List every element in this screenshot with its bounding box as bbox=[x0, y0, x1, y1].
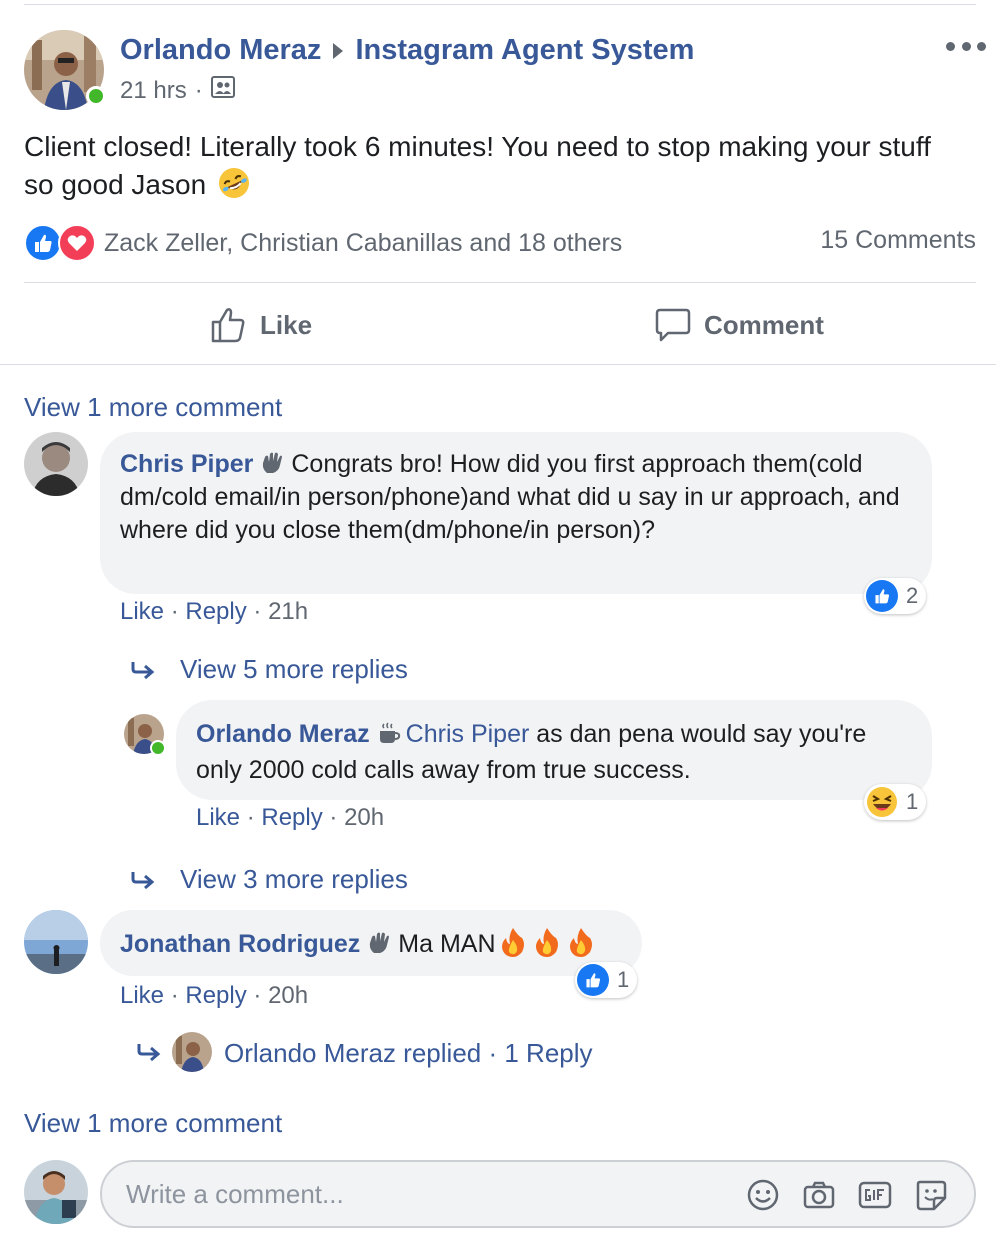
reply-actions: Like · Reply · 20h bbox=[196, 804, 384, 832]
replier-avatar[interactable] bbox=[172, 1032, 212, 1072]
shared-to-arrow-icon bbox=[333, 42, 344, 59]
comment-composer bbox=[100, 1160, 976, 1228]
more-options-button[interactable] bbox=[946, 36, 986, 56]
view-more-comments-link[interactable]: View 1 more comment bbox=[24, 1108, 282, 1139]
separator: · bbox=[170, 598, 179, 625]
members-icon bbox=[210, 76, 235, 105]
commenter-avatar[interactable] bbox=[24, 432, 88, 496]
laughing-reaction-icon bbox=[866, 786, 898, 818]
wave-badge-icon[interactable] bbox=[366, 931, 394, 955]
comment-bubble: Chris Piper Congrats bro! How did you fir… bbox=[100, 432, 932, 594]
camera-icon[interactable] bbox=[802, 1178, 836, 1212]
smiley-icon[interactable] bbox=[746, 1178, 780, 1212]
post-timestamp[interactable]: 21 hrs bbox=[120, 77, 187, 105]
view-more-comments-link[interactable]: View 1 more comment bbox=[24, 392, 282, 423]
commenter-avatar[interactable] bbox=[24, 910, 88, 974]
group-name-link[interactable]: Instagram Agent System bbox=[355, 34, 694, 67]
rofl-emoji-icon bbox=[218, 168, 249, 198]
reaction-count: 2 bbox=[906, 583, 919, 608]
comment-timestamp[interactable]: 21h bbox=[268, 598, 308, 625]
comment-button-label: Comment bbox=[704, 309, 824, 340]
post-text: Client closed! Literally took 6 minutes!… bbox=[24, 131, 931, 200]
reply-reaction-count[interactable]: 1 bbox=[864, 784, 927, 820]
view-more-replies-link[interactable]: View 5 more replies bbox=[180, 654, 408, 685]
wave-badge-icon[interactable] bbox=[259, 451, 287, 475]
like-reaction-icon bbox=[577, 964, 609, 996]
reaction-count: 1 bbox=[617, 967, 630, 992]
reply-bubble: Orlando Meraz Chris Piper as dan pena wou… bbox=[176, 700, 932, 800]
gif-icon[interactable] bbox=[858, 1178, 892, 1212]
post-body: Client closed! Literally took 6 minutes!… bbox=[24, 128, 964, 204]
comment-reaction-count[interactable]: 2 bbox=[864, 578, 927, 614]
like-button-label: Like bbox=[260, 309, 313, 340]
post-card: Orlando Meraz Instagram Agent System 21 … bbox=[0, 0, 996, 1250]
fire-icon bbox=[569, 928, 592, 957]
separator: · bbox=[253, 598, 262, 625]
reply-count: 1 Reply bbox=[504, 1038, 593, 1068]
separator: · bbox=[329, 804, 338, 831]
comment-button[interactable]: Comment bbox=[654, 300, 824, 350]
top-divider bbox=[24, 4, 976, 5]
speech-bubble-icon bbox=[655, 308, 691, 342]
post-meta: 21 hrs · bbox=[120, 76, 235, 105]
comment-reaction-count[interactable]: 1 bbox=[575, 962, 638, 998]
fire-icon bbox=[535, 928, 558, 957]
separator: · bbox=[253, 982, 262, 1009]
more-icon-dot bbox=[977, 41, 986, 51]
more-icon-dot bbox=[961, 41, 971, 51]
more-icon-dot bbox=[946, 41, 955, 51]
reply-arrow-icon bbox=[131, 662, 155, 680]
meta-separator: · bbox=[194, 76, 203, 104]
reply-author-name-link[interactable]: Orlando Meraz bbox=[196, 720, 370, 748]
comment-actions: Like · Reply · 21h bbox=[120, 598, 308, 626]
separator: · bbox=[170, 982, 179, 1009]
thumbs-up-icon bbox=[211, 308, 245, 343]
like-reaction-icon bbox=[24, 224, 62, 262]
comment-bubble: Jonathan Rodriguez Ma MAN bbox=[100, 910, 642, 976]
comment-reply-link[interactable]: Reply bbox=[185, 982, 246, 1009]
reply-reply-link[interactable]: Reply bbox=[261, 804, 322, 831]
author-name-link[interactable]: Orlando Meraz bbox=[120, 34, 321, 67]
replied-summary-link[interactable]: Orlando Meraz replied · 1 Reply bbox=[224, 1038, 593, 1069]
write-comment-input[interactable] bbox=[126, 1176, 726, 1212]
mention-link[interactable]: Chris Piper bbox=[406, 720, 530, 748]
like-button[interactable]: Like bbox=[210, 300, 312, 350]
reaction-count: 1 bbox=[906, 789, 919, 814]
replied-summary-text: Orlando Meraz replied bbox=[224, 1038, 482, 1068]
current-user-avatar[interactable] bbox=[24, 1160, 88, 1224]
reply-arrow-icon bbox=[131, 872, 155, 890]
sticker-icon[interactable] bbox=[914, 1178, 948, 1212]
reactions-summary[interactable]: Zack Zeller, Christian Cabanillas and 18… bbox=[24, 224, 622, 262]
comment-count-link[interactable]: 15 Comments bbox=[820, 226, 976, 255]
actions-divider-top bbox=[24, 282, 976, 283]
reply-like-link[interactable]: Like bbox=[196, 804, 240, 831]
comment-actions: Like · Reply · 20h bbox=[120, 982, 308, 1010]
reactors-names[interactable]: Zack Zeller, Christian Cabanillas and 18… bbox=[104, 229, 622, 258]
comment-timestamp[interactable]: 20h bbox=[268, 982, 308, 1009]
comment-like-link[interactable]: Like bbox=[120, 598, 164, 625]
commenter-name-link[interactable]: Chris Piper bbox=[120, 450, 253, 478]
separator: · bbox=[246, 804, 255, 831]
reply-arrow-icon bbox=[137, 1044, 161, 1062]
fire-icon bbox=[501, 928, 524, 957]
view-more-replies-link[interactable]: View 3 more replies bbox=[180, 864, 408, 895]
love-reaction-icon bbox=[58, 224, 96, 262]
comment-like-link[interactable]: Like bbox=[120, 982, 164, 1009]
online-status-dot bbox=[86, 86, 106, 106]
actions-divider-bottom bbox=[0, 364, 996, 365]
comment-reply-link[interactable]: Reply bbox=[185, 598, 246, 625]
commenter-name-link[interactable]: Jonathan Rodriguez bbox=[120, 930, 360, 958]
coffee-badge-icon[interactable] bbox=[376, 721, 402, 745]
separator: · bbox=[488, 1038, 498, 1068]
like-reaction-icon bbox=[866, 580, 898, 612]
reply-timestamp[interactable]: 20h bbox=[344, 804, 384, 831]
post-header-names: Orlando Meraz Instagram Agent System bbox=[120, 34, 694, 67]
comment-text: Ma MAN bbox=[398, 930, 496, 958]
online-status-dot bbox=[150, 740, 166, 756]
